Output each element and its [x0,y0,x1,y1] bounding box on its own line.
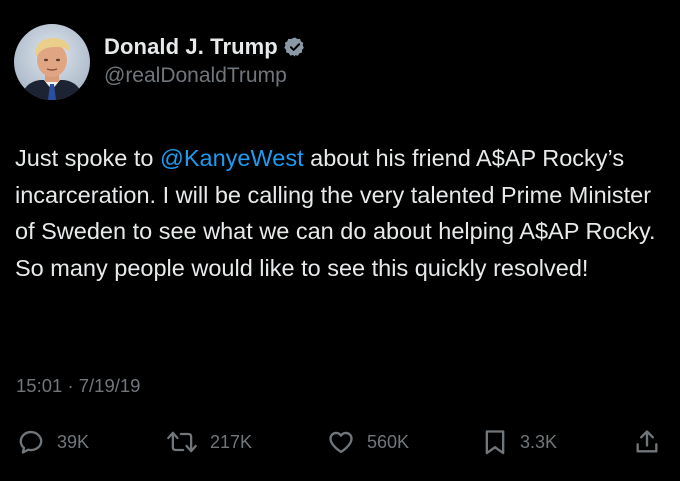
mention-link[interactable]: @KanyeWest [160,145,304,171]
retweet-icon [166,428,198,456]
avatar[interactable] [14,24,90,100]
retweet-count: 217K [210,431,253,452]
meta-separator: · [67,375,74,396]
tweet-date[interactable]: 7/19/19 [79,375,141,396]
like-button[interactable]: 560K [327,420,409,464]
author-handle[interactable]: @realDonaldTrump [104,64,287,88]
verified-badge-icon [284,36,306,58]
tweet: Donald J. Trump @realDonaldTrump Just sp… [0,0,680,481]
avatar-image [14,24,90,100]
tweet-time[interactable]: 15:01 [16,375,62,396]
reply-button[interactable]: 39K [17,420,89,464]
tweet-text-part: Just spoke to [15,145,160,171]
bookmark-icon [482,428,508,456]
author-name-row: Donald J. Trump [104,32,306,62]
like-icon [327,428,355,456]
share-icon [633,428,661,456]
tweet-meta: 15:01 · 7/19/19 [16,375,140,397]
reply-count: 39K [57,431,90,452]
action-bar: 39K 217K 560K 3.3K [0,420,680,464]
tweet-text: Just spoke to @KanyeWest about his frien… [15,140,670,286]
retweet-button[interactable]: 217K [166,420,252,464]
share-button[interactable] [633,420,661,464]
bookmark-button[interactable]: 3.3K [482,420,557,464]
bookmark-count: 3.3K [520,431,558,452]
reply-icon [17,428,45,456]
display-name[interactable]: Donald J. Trump [104,34,278,60]
like-count: 560K [367,431,410,452]
